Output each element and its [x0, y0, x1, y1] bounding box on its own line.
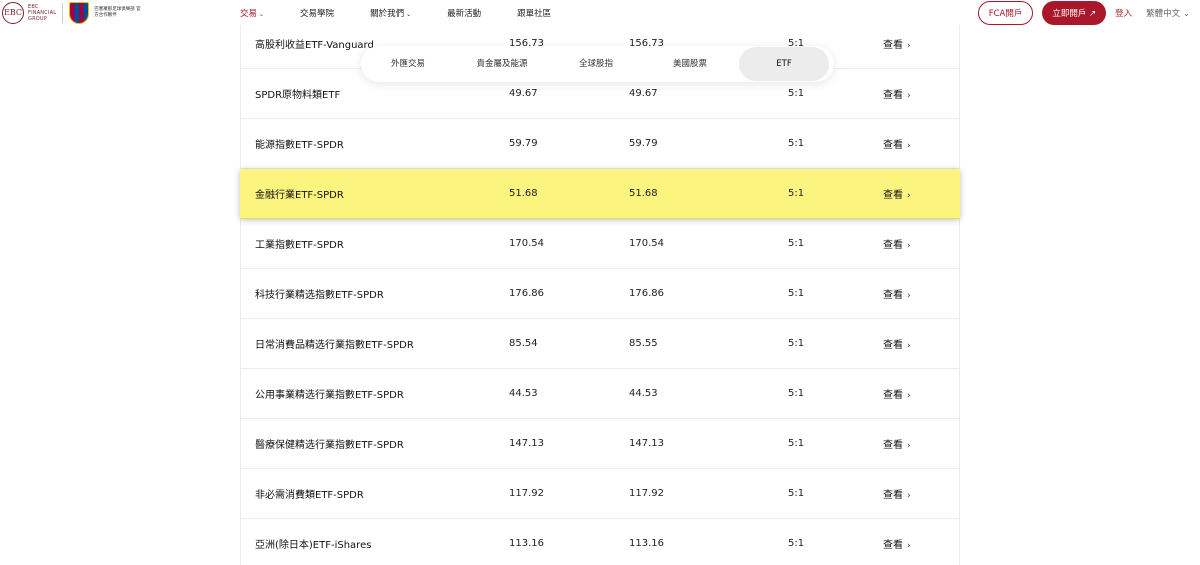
- chevron-right-icon: ›: [907, 541, 911, 551]
- instrument-name: 金融行業ETF-SPDR: [255, 190, 344, 201]
- value-2: 117.92: [629, 488, 664, 499]
- leverage: 5:1: [788, 488, 805, 499]
- view-link[interactable]: 查看 ›: [883, 286, 911, 301]
- fc-barcelona-crest-icon: [69, 1, 90, 24]
- etf-table: 高股利收益ETF-Vanguard 156.73 156.73 5:1 查看 › SPDR原…: [240, 19, 960, 565]
- view-link[interactable]: 查看 ›: [883, 436, 911, 451]
- language-selector[interactable]: 繁體中文 ⌄: [1146, 7, 1190, 19]
- tab-global-indices[interactable]: 全球股指: [549, 47, 643, 81]
- table-row: 工業指數ETF-SPDR 170.54 170.54 5:1 查看 ›: [240, 219, 960, 269]
- instrument-name: SPDR原物料類ETF: [255, 90, 341, 101]
- logo-divider: [62, 2, 64, 23]
- table-row: 日常消費品精选行業指數ETF-SPDR 85.54 85.55 5:1 查看 ›: [240, 319, 960, 369]
- nav-item-events[interactable]: 最新活動: [447, 7, 481, 19]
- header-actions: FCA開戶 立即開戶 ↗ 登入 繁體中文 ⌄: [977, 0, 1190, 25]
- chevron-right-icon: ›: [907, 291, 911, 301]
- nav-item-about[interactable]: 關於我們 ⌄: [370, 7, 411, 19]
- value-1: 176.86: [509, 288, 544, 299]
- instrument-name: 醫療保健精选行業指數ETF-SPDR: [255, 440, 404, 451]
- tab-metals-energy[interactable]: 貴金屬及能源: [455, 47, 549, 81]
- value-1: 51.68: [509, 188, 538, 199]
- value-1: 85.54: [509, 338, 538, 349]
- value-2: 170.54: [629, 238, 664, 249]
- leverage: 5:1: [788, 288, 805, 299]
- instrument-name: 能源指數ETF-SPDR: [255, 140, 344, 151]
- chevron-right-icon: ›: [907, 341, 911, 351]
- tab-forex[interactable]: 外匯交易: [361, 47, 455, 81]
- value-2: 49.67: [629, 88, 658, 99]
- value-1: 44.53: [509, 388, 538, 399]
- tab-us-stocks[interactable]: 美國股票: [643, 47, 737, 81]
- value-2: 85.55: [629, 338, 658, 349]
- chevron-right-icon: ›: [907, 91, 911, 101]
- chevron-down-icon: ⌄: [259, 10, 265, 18]
- chevron-right-icon: ›: [907, 441, 911, 451]
- chevron-right-icon: ›: [907, 491, 911, 501]
- instrument-name: 工業指數ETF-SPDR: [255, 240, 344, 251]
- view-link[interactable]: 查看 ›: [883, 236, 911, 251]
- table-row: 能源指數ETF-SPDR 59.79 59.79 5:1 查看 ›: [240, 119, 960, 169]
- value-2: 59.79: [629, 138, 658, 149]
- leverage: 5:1: [788, 388, 805, 399]
- value-1: 113.16: [509, 538, 544, 549]
- leverage: 5:1: [788, 188, 805, 199]
- nav-item-trading[interactable]: 交易 ⌄: [240, 7, 264, 19]
- tab-etf[interactable]: ETF: [739, 47, 829, 81]
- value-1: 59.79: [509, 138, 538, 149]
- chevron-down-icon: ⌄: [406, 10, 412, 18]
- view-link[interactable]: 查看 ›: [883, 86, 911, 101]
- instrument-name: 科技行業精选指數ETF-SPDR: [255, 290, 384, 301]
- leverage: 5:1: [788, 538, 805, 549]
- table-row: 科技行業精选指數ETF-SPDR 176.86 176.86 5:1 查看 ›: [240, 269, 960, 319]
- site-header: EBC EBC FINANCIAL GROUP 巴塞羅那足球俱樂部 官方合作夥伴…: [0, 0, 1200, 25]
- table-row: 非必需消費類ETF-SPDR 117.92 117.92 5:1 查看 ›: [240, 469, 960, 519]
- chevron-right-icon: ›: [907, 141, 911, 151]
- table-row: 醫療保健精选行業指數ETF-SPDR 147.13 147.13 5:1 查看 ›: [240, 419, 960, 469]
- leverage: 5:1: [788, 88, 805, 99]
- instrument-name: 亞洲(除日本)ETF-iShares: [255, 540, 372, 551]
- logo[interactable]: EBC EBC FINANCIAL GROUP 巴塞羅那足球俱樂部 官方合作夥伴: [2, 0, 142, 25]
- view-link[interactable]: 查看 ›: [883, 486, 911, 501]
- value-1: 117.92: [509, 488, 544, 499]
- view-link[interactable]: 查看 ›: [883, 536, 911, 551]
- nav-item-academy[interactable]: 交易學院: [300, 7, 334, 19]
- chevron-right-icon: ›: [907, 191, 911, 201]
- category-tabs: 外匯交易 貴金屬及能源 全球股指 美國股票 ETF: [361, 46, 834, 82]
- table-row: 亞洲(除日本)ETF-iShares 113.16 113.16 5:1 查看 ›: [240, 519, 960, 565]
- fca-open-account-button[interactable]: FCA開戶: [977, 0, 1034, 25]
- view-link[interactable]: 查看 ›: [883, 336, 911, 351]
- view-link[interactable]: 查看 ›: [883, 36, 911, 51]
- leverage: 5:1: [788, 438, 805, 449]
- chevron-right-icon: ›: [907, 391, 911, 401]
- view-link[interactable]: 查看 ›: [883, 386, 911, 401]
- table-row: 公用事業精选行業指數ETF-SPDR 44.53 44.53 5:1 查看 ›: [240, 369, 960, 419]
- leverage: 5:1: [788, 238, 805, 249]
- value-2: 51.68: [629, 188, 658, 199]
- value-1: 147.13: [509, 438, 544, 449]
- value-2: 176.86: [629, 288, 664, 299]
- instrument-name: 高股利收益ETF-Vanguard: [255, 40, 374, 51]
- main-nav: 交易 ⌄ 交易學院 關於我們 ⌄ 最新活動 跟單社區: [240, 0, 587, 25]
- login-link[interactable]: 登入: [1115, 7, 1132, 19]
- nav-item-copy-trading[interactable]: 跟單社區: [517, 7, 551, 19]
- instrument-name: 非必需消費類ETF-SPDR: [255, 490, 364, 501]
- instrument-name: 公用事業精选行業指數ETF-SPDR: [255, 390, 404, 401]
- open-account-button[interactable]: 立即開戶 ↗: [1042, 0, 1107, 25]
- instrument-name: 日常消費品精选行業指數ETF-SPDR: [255, 340, 414, 351]
- value-2: 147.13: [629, 438, 664, 449]
- ebc-logo-icon: EBC: [2, 1, 24, 24]
- view-link[interactable]: 查看 ›: [883, 186, 911, 201]
- leverage: 5:1: [788, 338, 805, 349]
- leverage: 5:1: [788, 138, 805, 149]
- chevron-right-icon: ›: [907, 41, 911, 51]
- value-2: 44.53: [629, 388, 658, 399]
- view-link[interactable]: 查看 ›: [883, 136, 911, 151]
- value-2: 113.16: [629, 538, 664, 549]
- chevron-right-icon: ›: [907, 241, 911, 251]
- value-1: 49.67: [509, 88, 538, 99]
- table-row: 金融行業ETF-SPDR 51.68 51.68 5:1 查看 ›: [240, 169, 960, 219]
- partner-text: 巴塞羅那足球俱樂部 官方合作夥伴: [94, 6, 141, 18]
- value-1: 170.54: [509, 238, 544, 249]
- brand-text: EBC FINANCIAL GROUP: [28, 3, 57, 22]
